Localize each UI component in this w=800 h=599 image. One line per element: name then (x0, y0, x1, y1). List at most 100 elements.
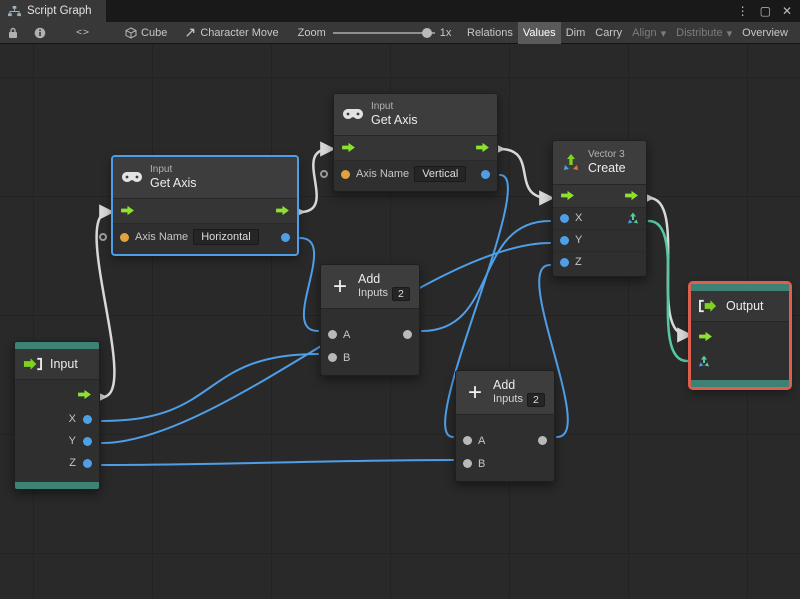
node-get-axis-horizontal[interactable]: Input Get Axis Axis Name Horizontal (99, 156, 298, 255)
node-add-2[interactable]: + Add Inputs 2 A B (455, 370, 555, 483)
node-title: Output (726, 299, 764, 313)
flow-in-port[interactable] (120, 205, 135, 216)
zoom-label: Zoom (297, 26, 326, 39)
flow-in-port[interactable] (341, 142, 356, 153)
gamepad-icon (122, 171, 142, 183)
node-vector3-create[interactable]: Vector 3 Create X Y Z (552, 140, 647, 277)
input-b-port[interactable] (328, 353, 337, 363)
node-graph-input[interactable]: Input X Y Z (14, 341, 100, 490)
flow-in-port[interactable] (698, 331, 713, 342)
info-icon[interactable] (30, 27, 50, 39)
edge-data-input-x-to-add1-b[interactable] (101, 353, 319, 422)
node-header[interactable]: Input Get Axis (334, 94, 497, 136)
inputs-count-field[interactable]: 2 (526, 392, 545, 408)
port-label-x: X (575, 212, 583, 225)
plus-icon: + (332, 272, 347, 300)
dim-button[interactable]: Dim (561, 22, 591, 44)
input-y-port[interactable] (560, 235, 569, 245)
node-add-1[interactable]: + Add Inputs 2 A B (320, 264, 420, 377)
maximize-icon[interactable]: ▢ (760, 4, 771, 18)
float-out-port[interactable] (481, 169, 490, 179)
port-label-z: Z (69, 457, 76, 469)
vector3-in-port[interactable] (698, 355, 710, 367)
node-graph-output[interactable]: Output (690, 283, 790, 388)
input-a-port[interactable] (463, 436, 472, 446)
tab-label: Script Graph (27, 5, 92, 17)
sum-out-port[interactable] (538, 436, 547, 446)
accent-strip-bottom (15, 482, 99, 489)
align-dropdown[interactable]: Align ▾ (627, 22, 671, 44)
character-move-button[interactable]: Character Move (180, 22, 283, 44)
vector3-out-port[interactable] (627, 212, 639, 224)
flow-out-port[interactable] (275, 205, 290, 216)
flow-in-port[interactable] (560, 190, 575, 201)
overview-button[interactable]: Overview (737, 22, 793, 44)
port-label-x: X (68, 413, 76, 425)
zoom-slider-track[interactable] (332, 31, 435, 34)
input-x-port[interactable] (560, 213, 569, 223)
input-a-port[interactable] (328, 330, 337, 340)
node-get-axis-vertical[interactable]: Input Get Axis Axis Name Vertical (320, 93, 498, 192)
node-subtitle: Vector 3 (588, 149, 625, 160)
edge-data-input-z-to-add2-b[interactable] (101, 459, 454, 466)
close-icon[interactable]: ✕ (782, 4, 792, 18)
input-z-port[interactable] (560, 257, 569, 267)
chevron-down-icon: ▾ (726, 27, 733, 40)
output-y-port[interactable] (83, 436, 92, 446)
float-out-port[interactable] (281, 232, 290, 242)
port-row-value (691, 350, 789, 372)
sum-out-port[interactable] (403, 330, 412, 340)
tab-script-graph[interactable]: Script Graph (0, 0, 106, 22)
zoom-slider-knob[interactable] (421, 27, 432, 38)
distribute-dropdown[interactable]: Distribute ▾ (671, 22, 737, 44)
flow-ports-row (553, 184, 646, 207)
port-row-x: X (15, 408, 99, 430)
cube-object-button[interactable]: Cube (120, 22, 172, 44)
param-label: Axis Name (135, 231, 189, 244)
flow-ports-row (15, 380, 99, 408)
flow-ports-row (113, 198, 297, 223)
port-label-y: Y (68, 435, 76, 447)
edge-flow-getaxis-horizontal-to-getaxis-vertical[interactable] (290, 141, 336, 220)
flow-out-port[interactable] (624, 190, 639, 201)
port-row-b: B (321, 346, 419, 369)
node-header[interactable]: Output (691, 291, 789, 322)
axis-name-field[interactable]: Vertical (414, 166, 467, 183)
port-row-y: Y (553, 228, 646, 251)
code-icon[interactable]: <> (72, 27, 94, 38)
flow-out-port[interactable] (77, 389, 92, 400)
port-label-a: A (478, 434, 486, 447)
output-z-port[interactable] (83, 458, 92, 468)
node-header[interactable]: Input Get Axis (113, 157, 297, 199)
axis-name-port[interactable] (320, 170, 328, 179)
output-x-port[interactable] (83, 414, 92, 424)
flow-ports-row (691, 322, 789, 350)
edge-data-getaxis-horizontal-to-add1-a[interactable] (299, 237, 319, 332)
string-port-dot[interactable] (341, 169, 350, 179)
carry-button[interactable]: Carry (590, 22, 627, 44)
node-header[interactable]: + Add Inputs 2 (456, 371, 554, 416)
node-title: Add (358, 272, 381, 286)
kebab-menu-icon[interactable]: ⋮ (737, 4, 749, 18)
param-label: Axis Name (356, 168, 410, 181)
inputs-count-field[interactable]: 2 (391, 286, 410, 302)
string-port-dot[interactable] (120, 232, 129, 242)
values-button[interactable]: Values (517, 22, 561, 44)
node-header[interactable]: Vector 3 Create (553, 141, 646, 185)
flow-out-port[interactable] (475, 142, 490, 153)
toolbar-right-group: Relations Values Dim Carry Align ▾ Distr… (462, 22, 793, 44)
axis-name-row: Axis Name Horizontal (99, 222, 297, 251)
vector3-icon (562, 153, 580, 171)
lock-icon[interactable] (4, 27, 22, 39)
port-row-x: X (553, 206, 646, 229)
node-header[interactable]: Input (15, 349, 99, 380)
axis-name-field[interactable]: Horizontal (193, 229, 259, 246)
axis-name-port[interactable] (99, 233, 107, 242)
zoom-slider[interactable] (332, 22, 435, 44)
node-subtitle: Input (150, 164, 173, 175)
node-title: Add (493, 378, 516, 392)
input-b-port[interactable] (463, 459, 472, 469)
relations-button[interactable]: Relations (462, 22, 518, 44)
node-header[interactable]: + Add Inputs 2 (321, 265, 419, 310)
